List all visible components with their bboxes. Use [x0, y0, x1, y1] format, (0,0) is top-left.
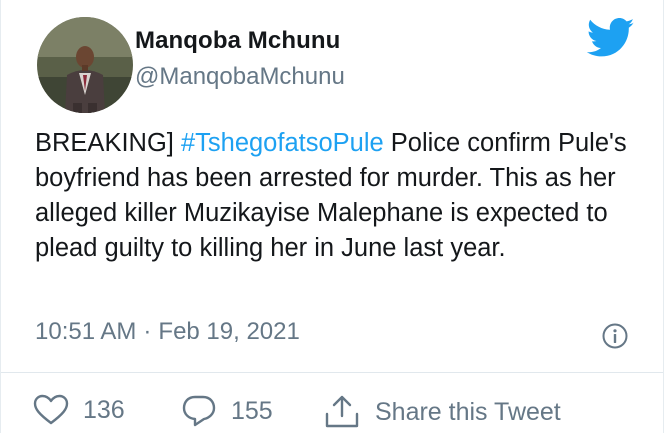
author-handle[interactable]: @ManqobaMchunu	[135, 63, 345, 91]
info-icon[interactable]	[601, 322, 629, 350]
tweet-text: BREAKING] #TshegofatsoPule Police confir…	[35, 126, 645, 266]
like-button[interactable]: 136	[33, 394, 125, 426]
share-button[interactable]: Share this Tweet	[323, 394, 561, 430]
reply-count: 155	[231, 396, 273, 425]
tweet-timestamp[interactable]: 10:51 AM · Feb 19, 2021	[35, 318, 300, 346]
tweet-time: 10:51 AM	[35, 318, 137, 345]
tweet-date: Feb 19, 2021	[158, 318, 300, 345]
share-label: Share this Tweet	[375, 397, 561, 426]
twitter-bird-icon[interactable]	[586, 18, 635, 58]
tweet-card: Manqoba Mchunu @ManqobaMchunu BREAKING] …	[0, 0, 664, 433]
author-name[interactable]: Manqoba Mchunu	[135, 27, 340, 55]
tweet-text-prefix: BREAKING]	[35, 129, 181, 157]
like-count: 136	[83, 395, 125, 424]
avatar[interactable]	[37, 17, 133, 113]
divider	[1, 372, 663, 373]
hashtag-link[interactable]: #TshegofatsoPule	[181, 129, 384, 157]
reply-bubble-icon	[182, 395, 216, 427]
share-icon	[325, 395, 359, 428]
reply-button[interactable]: 155	[181, 394, 273, 428]
heart-icon	[33, 394, 69, 425]
meta-separator: ·	[143, 318, 152, 345]
